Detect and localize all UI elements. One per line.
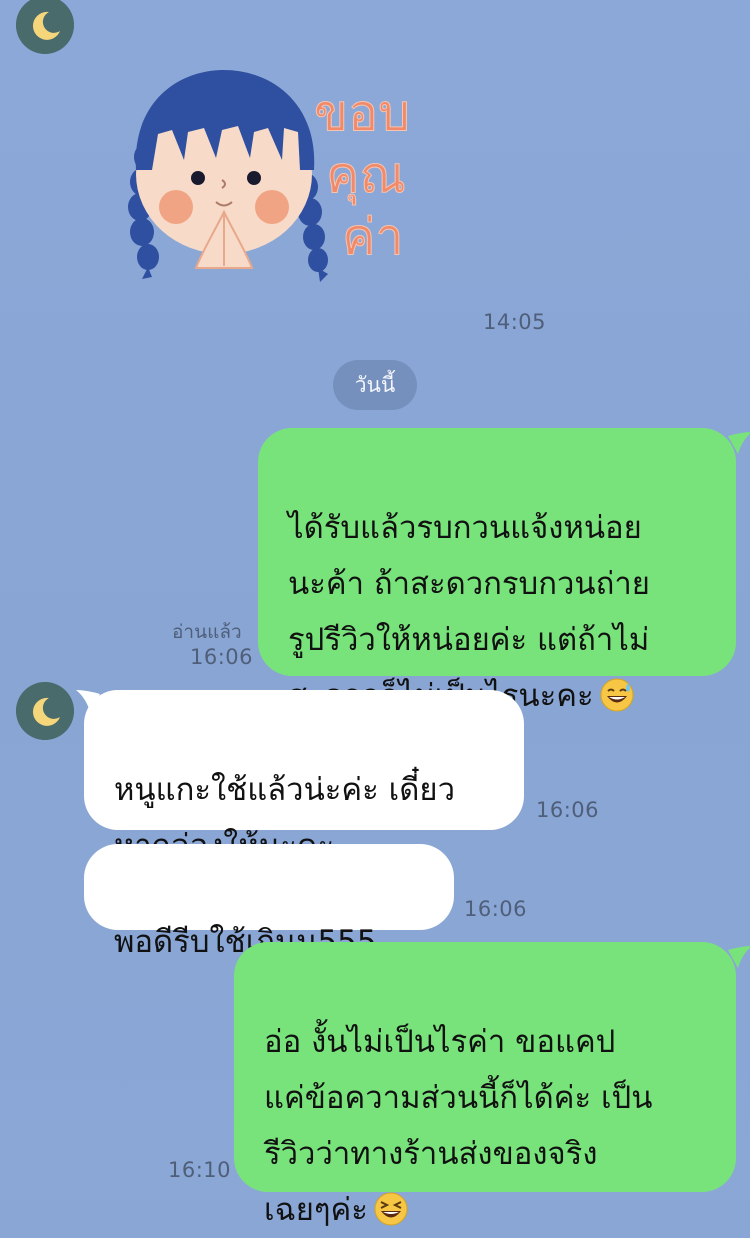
cheek-right (255, 190, 289, 224)
sticker-text: ขอบ คุณ ค่า (314, 84, 411, 267)
sticker-text-line: คุณ (326, 146, 406, 205)
moon-icon (16, 682, 74, 740)
message-bubble-outgoing[interactable]: ได้รับแล้วรบกวนแจ้งหน่อย นะค้า ถ้าสะดวกร… (258, 428, 736, 714)
contact-avatar[interactable] (16, 0, 74, 54)
laughing-squint-emoji (374, 1192, 408, 1226)
grinning-sweat-emoji (600, 678, 634, 712)
date-divider: วันนี้ (333, 360, 417, 410)
message-time: 14:05 (483, 310, 547, 334)
message-time: 16:06 (536, 798, 600, 822)
thank-you-sticker[interactable]: ขอบ คุณ ค่า (118, 62, 448, 292)
message-bubble-incoming[interactable]: หนูแกะใช้แล้วน่ะค่ะ เดี๋ยว หากล่องให้นะค… (84, 690, 524, 864)
message-text: อ่อ งั้นไม่เป็นไรค่า ขอแคป แค่ข้อความส่ว… (264, 1024, 653, 1228)
cheek-left (159, 190, 193, 224)
eye-left (191, 171, 205, 185)
sticker-text-line: ขอบ (314, 84, 410, 142)
message-time: 16:06 (190, 645, 254, 669)
message-bubble-incoming[interactable]: พอดีรีบใช้เกินน555 (84, 844, 454, 960)
message-bubble-outgoing[interactable]: อ่อ งั้นไม่เป็นไรค่า ขอแคป แค่ข้อความส่ว… (234, 942, 736, 1228)
moon-icon (16, 0, 74, 54)
bubble-tail (728, 432, 750, 454)
read-receipt: อ่านแล้ว (172, 621, 242, 643)
chat-area[interactable]: ขอบ คุณ ค่า 14:05 วันนี้ อ่านแล้ว 16:06 … (0, 0, 750, 1228)
eye-right (247, 171, 261, 185)
sticker-text-line: ค่า (342, 208, 404, 266)
message-time: 16:06 (464, 897, 528, 921)
message-time: 16:10 (168, 1158, 232, 1182)
bubble-tail (728, 946, 750, 968)
contact-avatar[interactable] (16, 682, 74, 740)
message-text: ได้รับแล้วรบกวนแจ้งหน่อย นะค้า ถ้าสะดวกร… (288, 510, 650, 714)
